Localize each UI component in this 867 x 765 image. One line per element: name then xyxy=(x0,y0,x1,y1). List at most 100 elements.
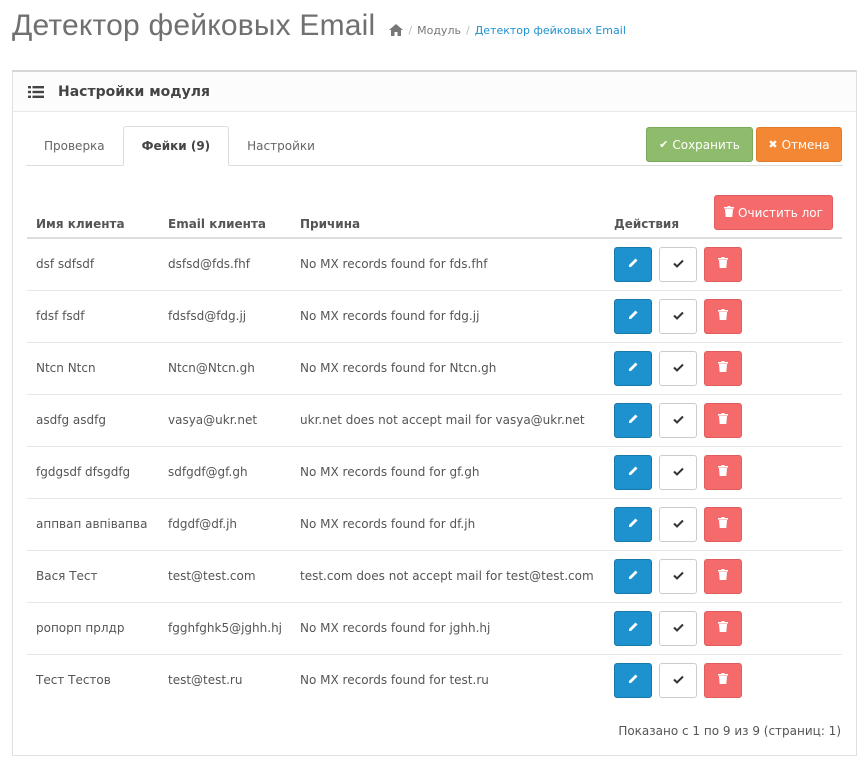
edit-button[interactable] xyxy=(614,402,653,438)
client-email-cell: vasya@ukr.net xyxy=(159,394,292,447)
edit-button[interactable] xyxy=(614,350,653,386)
breadcrumb-item-module[interactable]: Модуль xyxy=(417,24,461,37)
cancel-button[interactable]: ✖ Отмена xyxy=(756,127,842,162)
trash-icon xyxy=(718,413,729,427)
trash-icon xyxy=(718,465,729,479)
breadcrumb-separator: / xyxy=(465,23,470,37)
approve-button[interactable] xyxy=(659,246,698,282)
client-email-cell: test@test.com xyxy=(159,550,292,603)
row-actions xyxy=(614,402,833,438)
approve-button[interactable] xyxy=(659,454,698,490)
delete-button[interactable] xyxy=(704,402,743,438)
approve-button[interactable] xyxy=(659,610,698,646)
delete-button[interactable] xyxy=(704,298,743,334)
row-actions xyxy=(614,298,833,334)
client-name-cell: Тест Тестов xyxy=(36,673,111,688)
delete-button[interactable] xyxy=(704,662,743,698)
trash-icon xyxy=(718,673,729,687)
check-icon xyxy=(672,361,684,375)
delete-button[interactable] xyxy=(704,350,743,386)
save-button[interactable]: ✔ Сохранить xyxy=(646,127,753,162)
pagination-info: Показано с 1 по 9 из 9 (страниц: 1) xyxy=(618,724,841,738)
pencil-icon xyxy=(628,257,639,271)
reason-cell: No MX records found for fds.fhf xyxy=(291,238,606,291)
delete-button[interactable] xyxy=(704,558,743,594)
edit-button[interactable] xyxy=(614,246,653,282)
pencil-icon xyxy=(628,361,639,375)
reason-cell: No MX records found for test.ru xyxy=(300,673,489,688)
reason-cell: No MX records found for df.jh xyxy=(291,498,606,551)
trash-icon xyxy=(718,621,729,635)
delete-button[interactable] xyxy=(704,610,743,646)
check-icon xyxy=(672,569,684,583)
column-header-actions: Действия xyxy=(605,202,842,239)
pencil-icon xyxy=(628,465,639,479)
list-icon xyxy=(28,85,44,98)
check-icon xyxy=(672,257,684,271)
actions-cell xyxy=(605,394,842,447)
client-name-cell: fdsf fsdf xyxy=(27,290,159,343)
approve-button[interactable] xyxy=(659,402,698,438)
column-header-email: Email клиента xyxy=(159,202,292,239)
client-email-cell: Ntcn@Ntcn.gh xyxy=(159,342,292,395)
tab-settings[interactable]: Настройки xyxy=(229,126,333,165)
actions-cell xyxy=(605,550,842,603)
reason-cell: test.com does not accept mail for test@t… xyxy=(291,550,606,603)
client-name-cell: fgdgsdf dfsgdfg xyxy=(27,446,159,499)
approve-button[interactable] xyxy=(659,662,698,698)
table-row: fgdgsdf dfsgdfg sdfgdf@gf.gh No MX records… xyxy=(27,446,842,499)
edit-button[interactable] xyxy=(614,454,653,490)
column-header-name: Имя клиента xyxy=(27,202,159,239)
table-row: Вася Тест test@test.com test.com does not … xyxy=(27,550,842,603)
client-email-cell: dsfsd@fds.fhf xyxy=(159,238,292,291)
reason-cell: No MX records found for fdg.jj xyxy=(291,290,606,343)
client-email-cell: sdfgdf@gf.gh xyxy=(159,446,292,499)
breadcrumb-item-current[interactable]: Детектор фейковых Email xyxy=(475,24,626,37)
approve-button[interactable] xyxy=(659,558,698,594)
table-row: asdfg asdfg vasya@ukr.net ukr.net does not… xyxy=(27,394,842,447)
approve-button[interactable] xyxy=(659,298,698,334)
trash-icon xyxy=(718,309,729,323)
trash-icon xyxy=(718,361,729,375)
table-row: ропорп прлдр fgghfghk5@jghh.hj No MX recor… xyxy=(27,602,842,655)
client-name-cell: asdfg asdfg xyxy=(27,394,159,447)
tab-fakes[interactable]: Фейки (9) xyxy=(122,126,230,166)
row-actions xyxy=(614,610,833,646)
client-name-cell: Ntcn Ntcn xyxy=(27,342,159,395)
table-row: dsf sdfsdf dsfsd@fds.fhf No MX records fou… xyxy=(27,238,842,291)
trash-icon xyxy=(718,257,729,271)
actions-cell xyxy=(605,342,842,395)
row-actions xyxy=(614,350,833,386)
table-body: dsf sdfsdf dsfsd@fds.fhf No MX records fou… xyxy=(27,238,842,706)
table-header-row: Имя клиента Email клиента Причина Действ… xyxy=(27,202,842,239)
row-actions xyxy=(614,246,833,282)
panel-heading: Настройки модуля xyxy=(13,72,856,112)
client-email-cell: fgghfghk5@jghh.hj xyxy=(159,602,292,655)
edit-button[interactable] xyxy=(614,610,653,646)
delete-button[interactable] xyxy=(704,506,743,542)
edit-button[interactable] xyxy=(614,558,653,594)
row-actions xyxy=(614,454,833,490)
edit-button[interactable] xyxy=(614,506,653,542)
check-icon xyxy=(672,517,684,531)
home-icon[interactable] xyxy=(389,24,404,36)
approve-button[interactable] xyxy=(659,350,698,386)
check-icon xyxy=(672,621,684,635)
panel-title: Настройки модуля xyxy=(58,83,210,100)
client-name-cell: ропорп прлдр xyxy=(27,602,159,655)
edit-button[interactable] xyxy=(614,662,653,698)
page-title: Детектор фейковых Email xyxy=(12,9,376,42)
actions-cell xyxy=(605,602,842,655)
check-icon: ✔ xyxy=(659,138,669,151)
delete-button[interactable] xyxy=(704,454,743,490)
check-icon xyxy=(672,465,684,479)
approve-button[interactable] xyxy=(659,506,698,542)
edit-button[interactable] xyxy=(614,298,653,334)
column-header-reason: Причина xyxy=(291,202,606,239)
reason-cell: No MX records found for Ntcn.gh xyxy=(291,342,606,395)
fakes-table: Имя клиента Email клиента Причина Действ… xyxy=(27,202,842,706)
client-name-cell: Вася Тест xyxy=(27,550,159,603)
delete-button[interactable] xyxy=(704,246,743,282)
check-icon xyxy=(672,309,684,323)
tab-check[interactable]: Проверка xyxy=(26,126,123,165)
